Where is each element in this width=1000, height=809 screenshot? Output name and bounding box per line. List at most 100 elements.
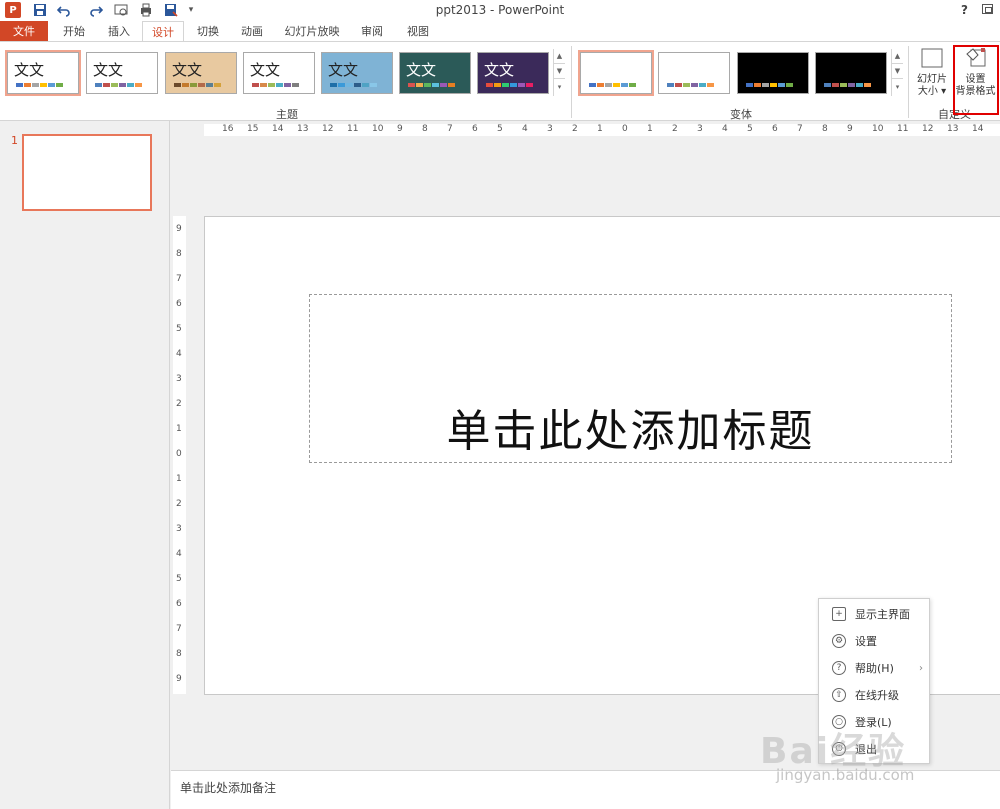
color-swatch <box>206 83 213 87</box>
color-swatch <box>699 83 706 87</box>
ruler-tick-label: 6 <box>772 124 778 134</box>
context-menu-item-label: 帮助(H) <box>855 662 894 675</box>
group-divider <box>908 46 909 118</box>
ruler-tick-label: 6 <box>176 599 182 609</box>
variant-thumbnail[interactable] <box>737 52 809 94</box>
ruler-tick-label: 8 <box>176 649 182 659</box>
color-swatch <box>778 83 785 87</box>
color-swatch <box>32 83 39 87</box>
tab-home[interactable]: 开始 <box>52 21 96 41</box>
gallery-up-icon[interactable]: ▲ <box>554 49 565 64</box>
help-button[interactable]: ? <box>961 3 968 17</box>
color-swatch <box>864 83 871 87</box>
gallery-down-icon[interactable]: ▼ <box>554 64 565 79</box>
help-icon: ? <box>832 661 846 675</box>
ruler-tick-label: 16 <box>222 124 234 134</box>
theme-thumbnail[interactable]: 文文 <box>477 52 549 94</box>
theme-color-swatches <box>408 83 455 87</box>
context-menu-item[interactable]: ⇧ 在线升级 <box>819 684 929 706</box>
color-swatch <box>629 83 636 87</box>
color-swatch <box>848 83 855 87</box>
tab-view[interactable]: 视图 <box>396 21 440 41</box>
color-swatch <box>494 83 501 87</box>
context-menu-item[interactable]: ? 帮助(H) › <box>819 657 929 679</box>
color-swatch <box>260 83 267 87</box>
color-swatch <box>284 83 291 87</box>
tab-insert[interactable]: 插入 <box>98 21 140 41</box>
color-swatch <box>103 83 110 87</box>
variants-gallery-scroller[interactable]: ▲ ▼ ▾ <box>891 49 903 96</box>
slide-size-button[interactable]: 幻灯片 大小 ▾ <box>914 46 950 98</box>
ruler-tick-label: 2 <box>672 124 678 134</box>
theme-thumbnail[interactable]: 文文 <box>321 52 393 94</box>
color-swatch <box>510 83 517 87</box>
theme-color-swatches <box>252 83 299 87</box>
ruler-tick-label: 8 <box>176 249 182 259</box>
ruler-tick-label: 6 <box>472 124 478 134</box>
ruler-tick-label: 8 <box>422 124 428 134</box>
ruler-tick-label: 9 <box>176 674 182 684</box>
color-swatch <box>276 83 283 87</box>
ruler-tick-label: 2 <box>176 399 182 409</box>
themes-group-label: 主题 <box>276 108 298 121</box>
ruler-tick-label: 12 <box>922 124 934 134</box>
context-menu-item[interactable]: + 显示主界面 <box>819 603 929 625</box>
variants-down-icon[interactable]: ▼ <box>892 64 903 79</box>
color-swatch <box>597 83 604 87</box>
tab-design[interactable]: 设计 <box>142 21 184 42</box>
ruler-tick-label: 5 <box>176 574 182 584</box>
title-placeholder-text[interactable]: 单击此处添加标题 <box>310 395 951 459</box>
title-placeholder[interactable]: 单击此处添加标题 <box>309 294 952 463</box>
color-swatch <box>16 83 23 87</box>
color-swatch <box>440 83 447 87</box>
ruler-tick-label: 1 <box>176 424 182 434</box>
window-title: ppt2013 - PowerPoint <box>435 3 565 17</box>
variant-thumbnail[interactable] <box>815 52 887 94</box>
context-menu-item[interactable]: ⚙ 设置 <box>819 630 929 652</box>
thumbnail-number: 1 <box>11 134 18 147</box>
theme-thumbnail[interactable]: 文文 <box>399 52 471 94</box>
color-swatch <box>683 83 690 87</box>
color-swatch <box>518 83 525 87</box>
slide-thumbnails-pane: 1 <box>0 121 170 809</box>
color-swatch <box>605 83 612 87</box>
theme-thumbnail[interactable]: 文文 <box>165 52 237 94</box>
tab-review[interactable]: 审阅 <box>350 21 394 41</box>
color-swatch <box>424 83 431 87</box>
slide-thumbnail[interactable] <box>22 134 152 211</box>
gallery-more-icon[interactable]: ▾ <box>554 79 565 94</box>
theme-thumbnail[interactable]: 文文 <box>5 50 81 96</box>
variant-thumbnail[interactable] <box>578 50 654 96</box>
variants-more-icon[interactable]: ▾ <box>892 79 903 94</box>
theme-sample-text: 文文 <box>93 61 124 79</box>
color-swatch <box>416 83 423 87</box>
variants-up-icon[interactable]: ▲ <box>892 49 903 64</box>
color-swatch <box>48 83 55 87</box>
color-swatch <box>486 83 493 87</box>
notes-placeholder[interactable]: 单击此处添加备注 <box>180 779 276 796</box>
tab-slideshow[interactable]: 幻灯片放映 <box>276 21 348 41</box>
color-swatch <box>707 83 714 87</box>
color-swatch <box>190 83 197 87</box>
variant-thumbnail[interactable] <box>658 52 730 94</box>
theme-sample-text: 文文 <box>484 61 515 79</box>
theme-thumbnail[interactable]: 文文 <box>243 52 315 94</box>
theme-color-swatches <box>95 83 142 87</box>
theme-sample-text: 文文 <box>250 61 281 79</box>
ruler-tick-label: 7 <box>176 624 182 634</box>
color-swatch <box>370 83 377 87</box>
color-swatch <box>338 83 345 87</box>
ruler-tick-label: 0 <box>176 449 182 459</box>
themes-gallery-scroller[interactable]: ▲ ▼ ▾ <box>553 49 565 96</box>
color-swatch <box>135 83 142 87</box>
ribbon-display-options-icon[interactable] <box>982 4 993 14</box>
theme-sample-text: 文文 <box>406 61 437 79</box>
tab-transitions[interactable]: 切换 <box>186 21 230 41</box>
ruler-tick-label: 4 <box>176 349 182 359</box>
theme-thumbnail[interactable]: 文文 <box>86 52 158 94</box>
tab-animations[interactable]: 动画 <box>230 21 274 41</box>
color-swatch <box>621 83 628 87</box>
theme-sample-text: 文文 <box>14 61 45 79</box>
tab-file[interactable]: 文件 <box>0 21 48 41</box>
color-swatch <box>174 83 181 87</box>
